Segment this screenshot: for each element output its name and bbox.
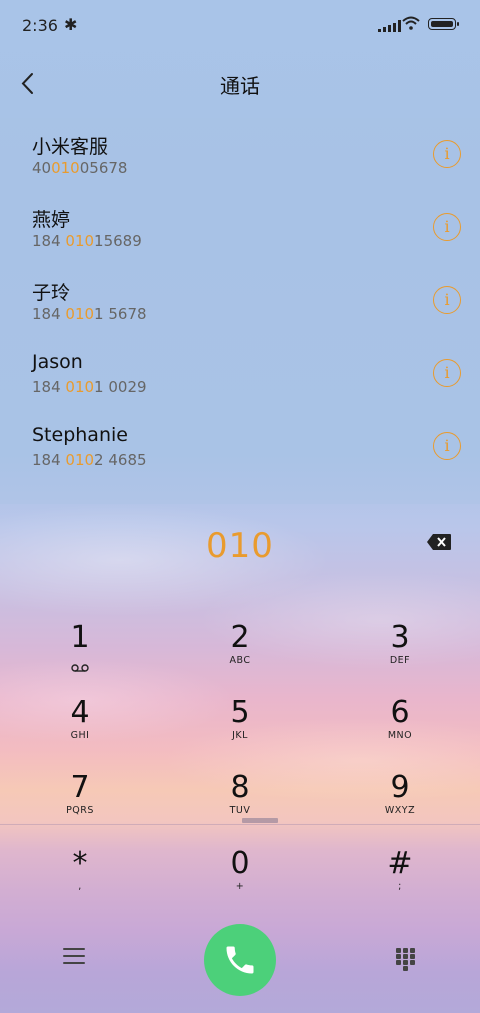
page-title: 通话 (220, 74, 260, 98)
key-4[interactable]: 4 GHI (20, 693, 140, 763)
contact-name: Jason (32, 351, 83, 373)
search-results-list: 小米客服 4001005678 i 燕婷 184 01015689 i 子玲 1… (0, 118, 480, 504)
contact-number: 4001005678 (32, 159, 128, 177)
key-0[interactable]: 0 + (180, 844, 300, 914)
key-hash[interactable]: # ; (340, 844, 460, 914)
info-icon[interactable]: i (433, 359, 461, 387)
key-3[interactable]: 3 DEF (340, 618, 460, 688)
contact-number: 184 0102 4685 (32, 451, 147, 469)
list-item[interactable]: 燕婷 184 01015689 i (0, 191, 480, 264)
key-1[interactable]: 1 (20, 618, 140, 688)
bluetooth-icon: ✱ (64, 15, 78, 34)
status-bar: 2:36 ✱ (0, 0, 480, 52)
key-6[interactable]: 6 MNO (340, 693, 460, 763)
signal-icon (378, 20, 401, 32)
key-5[interactable]: 5 JKL (180, 693, 300, 763)
contact-number: 184 0101 0029 (32, 378, 147, 396)
info-icon[interactable]: i (433, 213, 461, 241)
key-7[interactable]: 7 PQRS (20, 768, 140, 838)
contact-name: 子玲 (32, 282, 71, 304)
key-star[interactable]: * , (20, 844, 140, 914)
backspace-icon[interactable] (426, 533, 452, 551)
list-item[interactable]: 子玲 184 0101 5678 i (0, 264, 480, 337)
contact-number: 184 01015689 (32, 232, 142, 250)
battery-icon (428, 18, 459, 30)
list-item[interactable]: Stephanie 184 0102 4685 i (0, 410, 480, 483)
key-2[interactable]: 2 ABC (180, 618, 300, 688)
list-item[interactable]: Jason 184 0101 0029 i (0, 337, 480, 410)
dialpad-icon[interactable] (396, 948, 416, 971)
contact-number: 184 0101 5678 (32, 305, 147, 323)
contact-name: 燕婷 (32, 209, 71, 231)
info-icon[interactable]: i (433, 286, 461, 314)
status-time: 2:36 (22, 16, 58, 35)
contact-name: 小米客服 (32, 136, 109, 158)
list-item[interactable]: 小米客服 4001005678 i (0, 118, 480, 191)
info-icon[interactable]: i (433, 432, 461, 460)
phone-icon (226, 946, 254, 974)
menu-icon[interactable] (63, 948, 85, 968)
voicemail-icon (71, 657, 89, 676)
wifi-icon (402, 15, 420, 34)
contact-name: Stephanie (32, 424, 128, 446)
call-button[interactable] (204, 924, 276, 996)
info-icon[interactable]: i (433, 140, 461, 168)
key-8[interactable]: 8 TUV (180, 768, 300, 838)
key-9[interactable]: 9 WXYZ (340, 768, 460, 838)
dialed-number: 010 (206, 526, 274, 566)
